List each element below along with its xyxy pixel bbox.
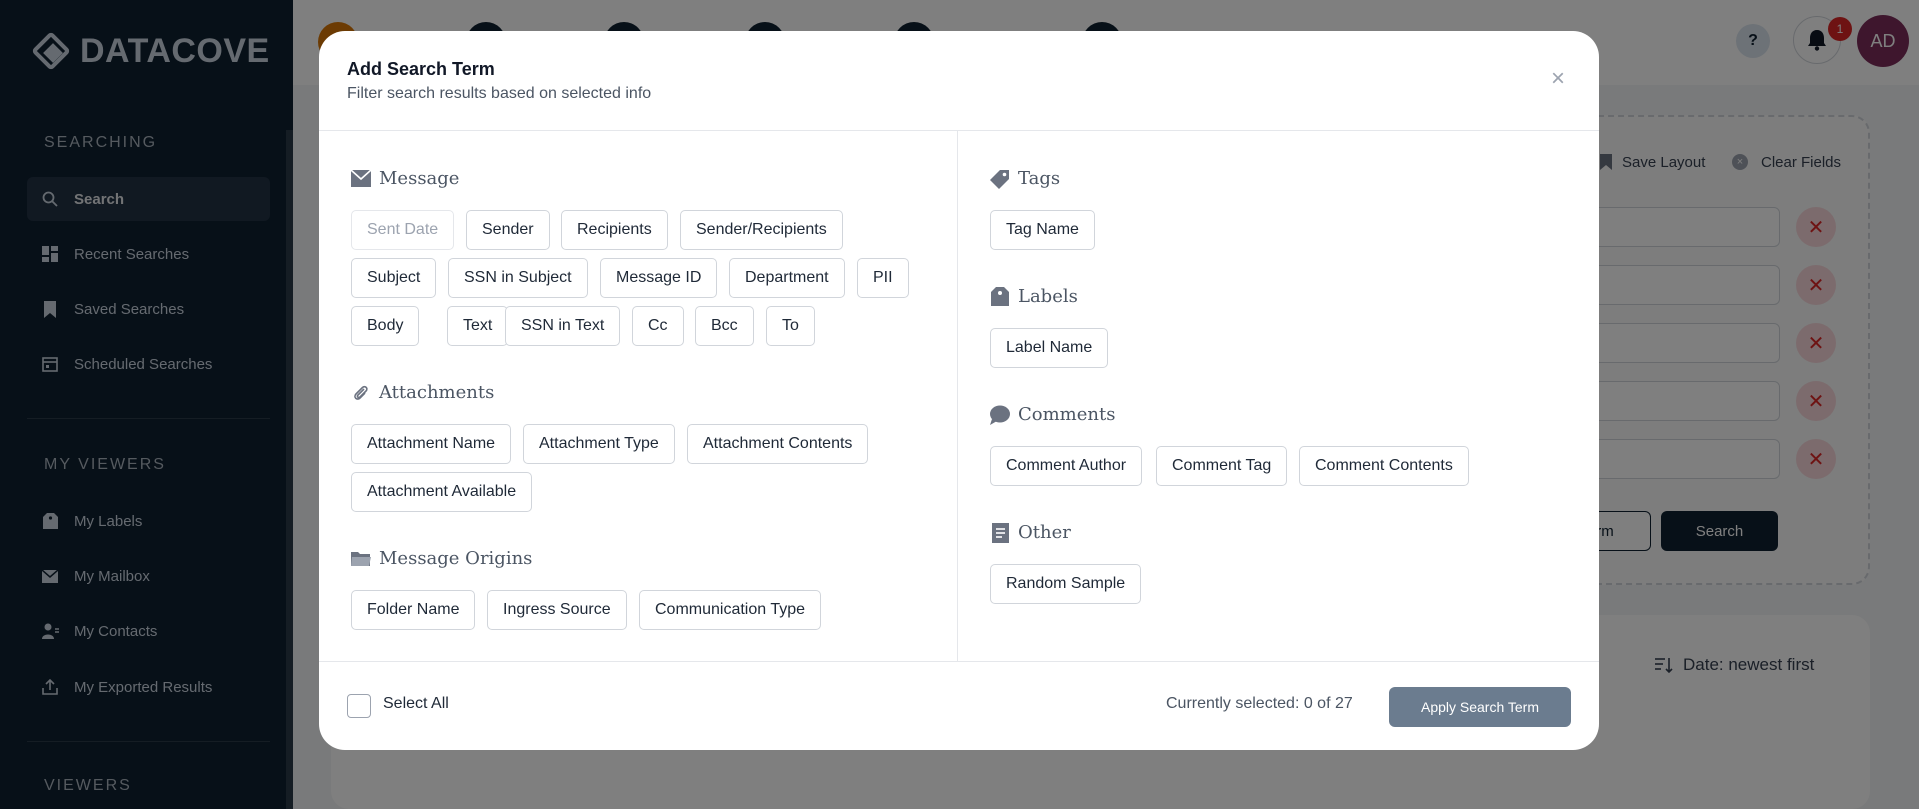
- document-icon: [990, 522, 1010, 543]
- term-comment-tag[interactable]: Comment Tag: [1156, 446, 1288, 486]
- term-comment-author[interactable]: Comment Author: [990, 446, 1143, 486]
- group-labels-title: Labels: [990, 286, 1078, 307]
- folder-icon: [351, 549, 371, 569]
- term-folder-name[interactable]: Folder Name: [351, 590, 476, 630]
- term-comment-contents[interactable]: Comment Contents: [1299, 446, 1469, 486]
- term-attachment-name[interactable]: Attachment Name: [351, 424, 512, 464]
- select-all-checkbox[interactable]: [347, 694, 371, 718]
- group-attachments-title: Attachments: [351, 382, 494, 403]
- group-origins-title: Message Origins: [351, 548, 532, 569]
- term-cc[interactable]: Cc: [632, 306, 684, 346]
- term-sender[interactable]: Sender: [466, 210, 550, 250]
- term-attachment-available[interactable]: Attachment Available: [351, 472, 533, 512]
- select-all-label[interactable]: Select All: [383, 695, 449, 713]
- group-comments-title: Comments: [990, 404, 1115, 425]
- paperclip-icon: [351, 383, 371, 403]
- term-ssn-in-subject[interactable]: SSN in Subject: [448, 258, 588, 298]
- term-label-name[interactable]: Label Name: [990, 328, 1109, 368]
- add-search-term-dialog: Add Search Term Filter search results ba…: [319, 31, 1599, 750]
- term-random-sample[interactable]: Random Sample: [990, 564, 1142, 604]
- modal-subtitle: Filter search results based on selected …: [347, 85, 652, 102]
- comment-icon: [990, 405, 1010, 425]
- column-divider: [957, 131, 958, 662]
- mail-icon: [351, 169, 371, 189]
- term-pii[interactable]: PII: [857, 258, 909, 298]
- term-sender-recipients[interactable]: Sender/Recipients: [680, 210, 843, 250]
- term-bcc[interactable]: Bcc: [695, 306, 754, 346]
- term-ingress-source[interactable]: Ingress Source: [487, 590, 627, 630]
- term-communication-type[interactable]: Communication Type: [639, 590, 821, 630]
- term-tag-name[interactable]: Tag Name: [990, 210, 1095, 250]
- term-ssn-in-text[interactable]: SSN in Text: [505, 306, 621, 346]
- term-attachment-type[interactable]: Attachment Type: [523, 424, 675, 464]
- apply-search-term-button[interactable]: Apply Search Term: [1389, 687, 1571, 727]
- term-body[interactable]: Body: [351, 306, 420, 346]
- tag-icon: [990, 169, 1010, 189]
- term-recipients[interactable]: Recipients: [561, 210, 668, 250]
- term-attachment-contents[interactable]: Attachment Contents: [687, 424, 869, 464]
- group-message-title: Message: [351, 168, 459, 189]
- term-subject[interactable]: Subject: [351, 258, 437, 298]
- label-icon: [990, 287, 1010, 307]
- term-text[interactable]: Text: [447, 306, 509, 346]
- modal-title: Add Search Term: [347, 59, 495, 79]
- selected-count: Currently selected: 0 of 27: [1166, 695, 1353, 712]
- modal-header: Add Search Term Filter search results ba…: [319, 31, 1599, 131]
- term-department[interactable]: Department: [729, 258, 845, 298]
- group-tags-title: Tags: [990, 168, 1060, 189]
- group-other-title: Other: [990, 522, 1071, 543]
- close-icon[interactable]: ×: [1551, 65, 1565, 93]
- term-to[interactable]: To: [766, 306, 815, 346]
- term-message-id[interactable]: Message ID: [600, 258, 718, 298]
- term-sent-date: Sent Date: [351, 210, 455, 250]
